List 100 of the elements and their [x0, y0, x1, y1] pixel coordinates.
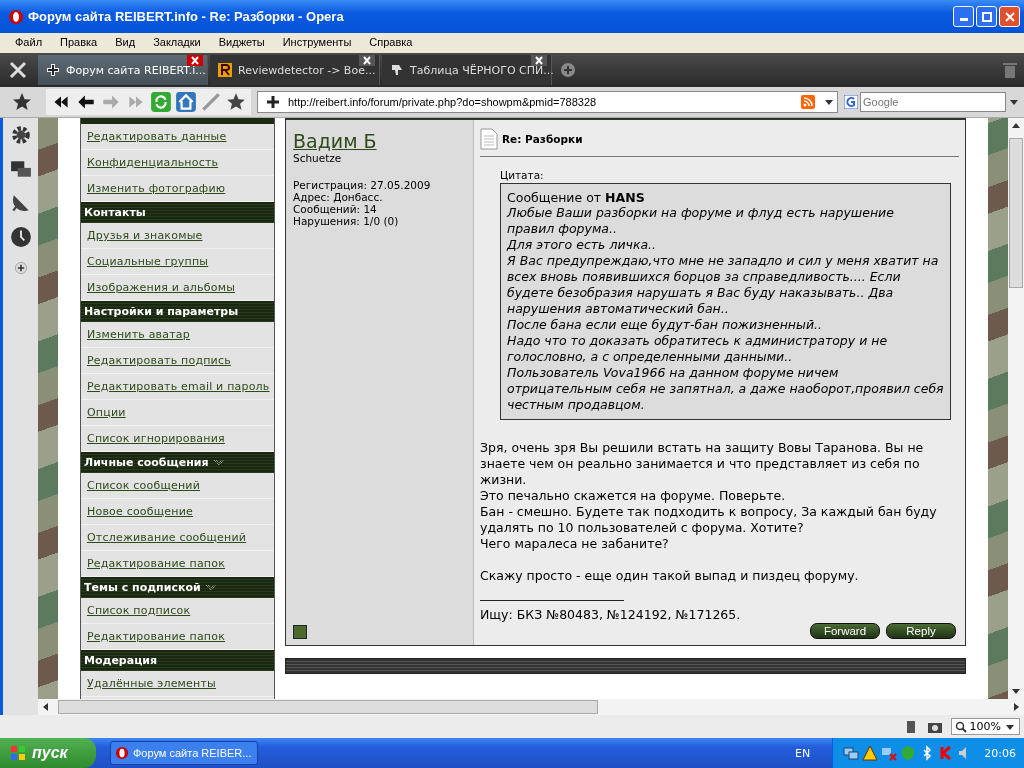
maximize-button[interactable]	[976, 6, 997, 27]
section-title: Темы с подпиской	[84, 581, 201, 594]
sidebar-link[interactable]: Редактировать данные	[87, 130, 227, 143]
menu-item[interactable]: Закладки	[144, 36, 210, 48]
message-text: Зря, очень зря Вы решили встать на защиту Вовы Таранова. Вы не знаете чем он реально занимается и что представляет из себя по жизни.	[480, 440, 925, 488]
sidebar-link[interactable]: Новое сообщение	[87, 505, 193, 518]
menu-item[interactable]: Инструменты	[273, 36, 361, 48]
quote-text: Для этого есть личка..	[507, 237, 658, 253]
magnifier-icon	[954, 720, 967, 733]
menu-item[interactable]: Справка	[360, 36, 422, 48]
sidebar-link[interactable]: Список игнорирования	[87, 432, 225, 445]
sidebar-link[interactable]: Редактировать email и пароль	[87, 380, 270, 393]
section-title: Модерация	[84, 654, 158, 667]
windows-logo-icon	[10, 745, 26, 761]
close-icon	[1004, 11, 1015, 22]
document-icon	[480, 128, 498, 150]
cross-icon	[266, 95, 280, 109]
tools-icon	[8, 60, 28, 80]
status-square-icon	[293, 625, 307, 639]
quote-text: Я Вас предупреждаю,что мне не западло и сил у меня хватит на всех вновь появившихся борцов за справедливость.... Если будете безобразия нарушать я Вас буду наказывать.. Два нарушения автоматический бан..	[507, 253, 940, 317]
rss-icon[interactable]	[801, 95, 815, 109]
user-detail: Регистрация: 27.05.2009	[293, 179, 432, 191]
opera-logo-icon	[8, 8, 24, 25]
language-indicator[interactable]: EN	[795, 746, 811, 760]
signature-text: Ищу: БКЗ №80483, №124192, №171265.	[480, 607, 742, 623]
author-name[interactable]: Вадим Б	[293, 130, 467, 152]
settings-icon[interactable]	[9, 124, 32, 146]
home-icon[interactable]	[175, 91, 197, 113]
sidebar-link[interactable]: Друзья и знакомые	[87, 229, 203, 242]
sidebar-link[interactable]: Редактировать подпись	[87, 354, 231, 367]
new-tab-icon[interactable]	[560, 62, 576, 78]
browser-tab[interactable]: Reviewdetector -> Вое...	[210, 55, 380, 85]
window-title: Форум сайта REIBERT.info - Re: Разборки - Opera	[28, 9, 345, 24]
reload-icon[interactable]	[150, 91, 172, 113]
cross-icon	[46, 63, 60, 77]
sidebar-link[interactable]: Изображения и альбомы	[87, 281, 236, 294]
user-rank: Schuetze	[293, 152, 343, 164]
browser-tab[interactable]: Таблица ЧЁРНОГО СПИ...	[382, 55, 552, 85]
star-icon[interactable]	[12, 92, 32, 112]
menu-item[interactable]: Файл	[6, 36, 52, 48]
sidebar-link[interactable]: Конфиденциальность	[87, 156, 219, 169]
message-text: Чего маралеса не забаните?	[480, 536, 670, 552]
menu-item[interactable]: Правка	[51, 36, 107, 48]
scroll-thumb[interactable]	[1009, 138, 1023, 288]
address-field[interactable]: http://reibert.info/forum/private.php?do=showpm&pmid=788328	[257, 91, 838, 113]
message-text: Бан - смешно. Будете так подходить к вопросу, За каждый бан буду удалять по 10 пользователей с форума. Хотите?	[480, 504, 938, 536]
browser-tab[interactable]: Форум сайта REIBERT.i...	[38, 55, 208, 85]
sidebar-link[interactable]: Опции	[87, 406, 126, 419]
vertical-scrollbar[interactable]	[1008, 118, 1024, 699]
zoom-dropdown[interactable]: 100%	[950, 718, 1020, 735]
message-text: Это печально скажется на форуме. Поверьте.	[480, 488, 787, 504]
tab-close-icon[interactable]	[359, 55, 375, 66]
collapse-icon[interactable]	[204, 582, 217, 593]
clock-icon[interactable]	[9, 226, 32, 248]
warning-icon[interactable]	[862, 745, 879, 761]
tab-close-icon[interactable]	[187, 55, 203, 66]
quote-label: Цитата:	[500, 169, 545, 181]
quote-text: После бана если еще будут-бан пожизненный..	[507, 317, 823, 333]
sidebar-link[interactable]: Список сообщений	[87, 479, 201, 492]
section-title: Личные сообщения	[84, 456, 209, 469]
section-title: Контакты	[84, 206, 146, 219]
sidebar-link[interactable]: Список подписок	[87, 604, 191, 617]
sidebar-link[interactable]: Изменить аватар	[87, 328, 190, 341]
sidebar-link[interactable]: Изменить фотографию	[87, 182, 226, 195]
quote-author: Сообщение от HANS	[507, 190, 646, 205]
close-button[interactable]	[999, 6, 1020, 27]
r-logo-icon	[218, 63, 232, 77]
menu-item[interactable]: Вид	[106, 36, 145, 48]
thumbs-down-icon	[390, 63, 404, 77]
quote-text: Надо что то доказать обратитесь к администратору и не голословно, а с определенными данными..	[507, 333, 889, 365]
tab-close-icon[interactable]	[531, 55, 547, 66]
quote-text: Любые Ваши разборки на форуме и флуд есть нарушение правил форума..	[507, 205, 895, 237]
menu-item[interactable]: Виджеты	[209, 36, 274, 48]
sidebar-link[interactable]: Социальные группы	[87, 255, 209, 268]
user-detail: Адрес: Донбасс.	[293, 191, 384, 203]
network-icon[interactable]	[843, 745, 860, 761]
minimize-icon	[959, 18, 968, 21]
sidebar-link[interactable]: Отслеживание сообщений	[87, 531, 247, 544]
sidebar-link[interactable]: Редактирование папок	[87, 557, 225, 570]
clock: 20:06	[984, 746, 1016, 760]
message-text: Скажу просто - еще один такой выпад и пиздец форуму.	[480, 568, 860, 584]
google-logo-icon	[844, 95, 858, 109]
minimize-button[interactable]	[953, 6, 974, 27]
taskbar-button[interactable]: Форум сайта REIBER...	[110, 741, 258, 765]
post-action-button[interactable]: Forward	[810, 623, 880, 639]
horizontal-scrollbar[interactable]	[38, 699, 1024, 715]
user-detail: Нарушения: 1/0 (0)	[293, 215, 400, 227]
collapse-icon[interactable]	[212, 457, 225, 468]
post-action-button[interactable]: Reply	[886, 623, 956, 639]
user-detail: Сообщений: 14	[293, 203, 378, 215]
sidebar-link[interactable]: Удалённые элементы	[87, 677, 216, 690]
opera-logo-icon	[115, 746, 129, 760]
network-error-icon[interactable]	[881, 745, 898, 761]
add-panel-icon[interactable]	[12, 260, 29, 276]
scroll-thumb[interactable]	[58, 700, 598, 714]
message-title: Re: Разборки	[502, 133, 583, 145]
chat-icon[interactable]	[9, 158, 32, 180]
trash-icon[interactable]	[1002, 61, 1018, 79]
sidebar-link[interactable]: Редактирование папок	[87, 630, 225, 643]
search-field[interactable]: Google	[860, 92, 1006, 112]
